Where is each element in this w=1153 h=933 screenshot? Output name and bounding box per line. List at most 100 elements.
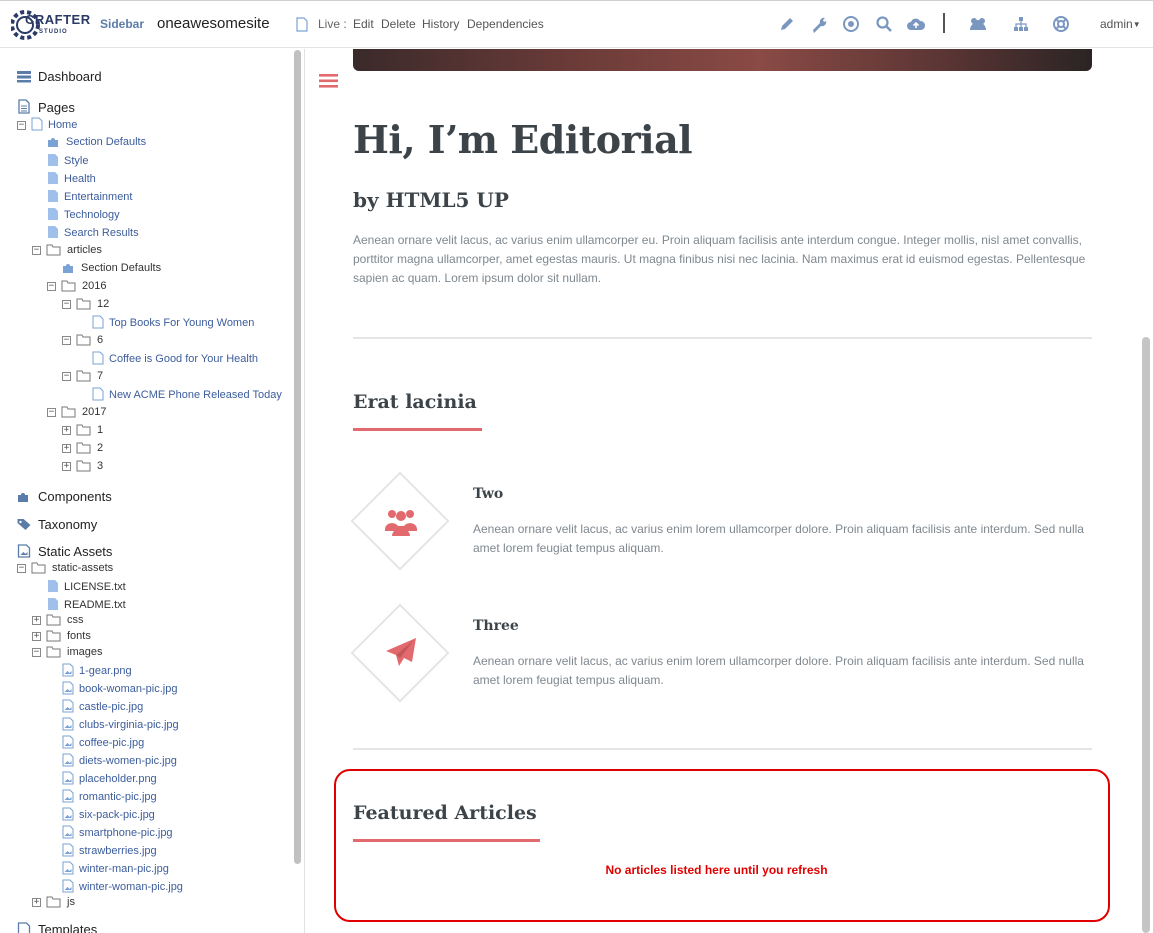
collapse-icon[interactable]: − (62, 372, 71, 381)
tree-node-label: 1 (97, 424, 104, 436)
tree-node-2017-1[interactable]: +1 (62, 423, 103, 437)
collapse-icon[interactable]: − (62, 300, 71, 309)
tree-node-2017[interactable]: − 2017 (47, 405, 106, 419)
collapse-icon[interactable]: − (47, 408, 56, 417)
users-icon (385, 510, 417, 536)
sidebar-toggle[interactable]: Sidebar (100, 17, 144, 31)
folder-open-icon (61, 406, 76, 418)
folder-open-icon (46, 646, 61, 658)
tree-node-articles[interactable]: − articles (32, 243, 102, 257)
collapse-icon[interactable]: − (62, 336, 71, 345)
tree-node-label: book-woman-pic.jpg (79, 683, 178, 695)
tree-node-home[interactable]: − Home (17, 117, 77, 131)
expand-icon[interactable]: + (62, 426, 71, 435)
tree-node-image[interactable]: diets-women-pic.jpg (62, 753, 177, 767)
tree-node-image[interactable]: placeholder.png (62, 771, 157, 785)
cloud-upload-icon[interactable] (906, 15, 926, 33)
expand-icon[interactable]: + (62, 444, 71, 453)
tree-node-2017-2[interactable]: +2 (62, 441, 103, 455)
collapse-icon[interactable]: − (32, 648, 41, 657)
tree-node-7[interactable]: −7 (62, 369, 103, 383)
page-icon (92, 387, 104, 401)
sidebar-components[interactable]: Components (16, 489, 112, 504)
tree-node-image[interactable]: romantic-pic.jpg (62, 789, 157, 803)
tree-node-2017-3[interactable]: +3 (62, 459, 103, 473)
delete-button[interactable]: Delete (381, 17, 416, 31)
menu-icon[interactable] (319, 73, 339, 89)
tree-node-image[interactable]: winter-man-pic.jpg (62, 861, 169, 875)
user-menu[interactable]: admin▼ (1100, 17, 1141, 31)
tree-node-image[interactable]: 1-gear.png (62, 663, 132, 677)
image-file-icon (62, 699, 74, 713)
wrench-icon[interactable] (810, 15, 828, 33)
file-icon (48, 190, 58, 202)
collapse-icon[interactable]: − (17, 564, 26, 573)
tree-node-article-coffee[interactable]: Coffee is Good for Your Health (92, 351, 258, 365)
tree-node-label: 2 (97, 442, 104, 454)
lifebuoy-icon[interactable] (1052, 15, 1070, 33)
tree-node-entertainment[interactable]: Entertainment (47, 189, 132, 203)
tree-node-technology[interactable]: Technology (47, 207, 120, 221)
tree-node-article-acme[interactable]: New ACME Phone Released Today (92, 387, 282, 401)
collapse-icon[interactable]: − (32, 246, 41, 255)
tree-node-12[interactable]: − 12 (62, 297, 109, 311)
tree-node-health[interactable]: Health (47, 171, 96, 185)
tree-node-style[interactable]: Style (47, 153, 88, 167)
puzzle-icon (63, 264, 73, 273)
tree-node-home-section-defaults[interactable]: Section Defaults (47, 135, 146, 149)
expand-icon[interactable]: + (32, 632, 41, 641)
sidebar-pages[interactable]: Pages (16, 99, 75, 115)
sidebar-dashboard[interactable]: Dashboard (16, 69, 102, 84)
tree-node-image[interactable]: strawberries.jpg (62, 843, 157, 857)
sidebar-templates[interactable]: Templates (16, 922, 97, 933)
puzzle-icon (18, 493, 28, 502)
tree-node-2016[interactable]: − 2016 (47, 279, 106, 293)
tree-node-image[interactable]: castle-pic.jpg (62, 699, 143, 713)
collapse-icon[interactable]: − (47, 282, 56, 291)
tree-node-label: css (67, 614, 84, 626)
tree-node-6[interactable]: −6 (62, 333, 103, 347)
target-icon[interactable] (842, 15, 860, 33)
tree-node-label: winter-man-pic.jpg (79, 863, 169, 875)
collapse-icon[interactable]: − (17, 121, 26, 130)
tree-node-js[interactable]: + js (32, 895, 75, 909)
tree-node-image[interactable]: six-pack-pic.jpg (62, 807, 155, 821)
tree-node-article-top-books[interactable]: Top Books For Young Women (92, 315, 254, 329)
tree-node-css[interactable]: + css (32, 613, 84, 627)
tree-node-label: 6 (97, 334, 104, 346)
tree-node-image[interactable]: smartphone-pic.jpg (62, 825, 173, 839)
expand-icon[interactable]: + (32, 616, 41, 625)
tree-node-search-results[interactable]: Search Results (47, 225, 139, 239)
tree-node-image[interactable]: coffee-pic.jpg (62, 735, 144, 749)
tree-node-image[interactable]: book-woman-pic.jpg (62, 681, 177, 695)
tree-node-label: 2017 (82, 406, 107, 418)
sidebar-scrollbar[interactable] (294, 50, 301, 864)
history-button[interactable]: History (422, 17, 459, 31)
sidebar-static-assets[interactable]: Static Assets (16, 544, 112, 559)
pencil-icon[interactable] (778, 15, 796, 33)
tree-node-articles-section-defaults[interactable]: Section Defaults (62, 261, 161, 275)
tree-node-license[interactable]: LICENSE.txt (47, 579, 126, 593)
crafter-logo[interactable]: CRAFTER STUDIO (11, 5, 90, 43)
site-name[interactable]: oneawesomesite (157, 15, 270, 32)
tree-node-static-assets[interactable]: − static-assets (17, 561, 113, 575)
image-file-icon (62, 843, 74, 857)
tree-node-label: Coffee is Good for Your Health (109, 353, 259, 365)
folder-icon (46, 630, 61, 642)
tree-node-images[interactable]: − images (32, 645, 102, 659)
expand-icon[interactable]: + (62, 462, 71, 471)
users-icon[interactable] (968, 15, 988, 33)
tree-node-readme[interactable]: README.txt (47, 597, 126, 611)
tree-node-label: castle-pic.jpg (79, 701, 144, 713)
tree-node-image[interactable]: winter-woman-pic.jpg (62, 879, 183, 893)
expand-icon[interactable]: + (32, 898, 41, 907)
tree-node-fonts[interactable]: + fonts (32, 629, 91, 643)
tree-node-image[interactable]: clubs-virginia-pic.jpg (62, 717, 179, 731)
dependencies-button[interactable]: Dependencies (467, 17, 544, 31)
sitemap-icon[interactable] (1012, 15, 1030, 33)
search-icon[interactable] (875, 15, 893, 33)
sidebar-taxonomy[interactable]: Taxonomy (16, 517, 97, 532)
tree-node-label: fonts (67, 630, 91, 642)
edit-button[interactable]: Edit (353, 17, 374, 31)
main-scrollbar[interactable] (1142, 337, 1150, 933)
